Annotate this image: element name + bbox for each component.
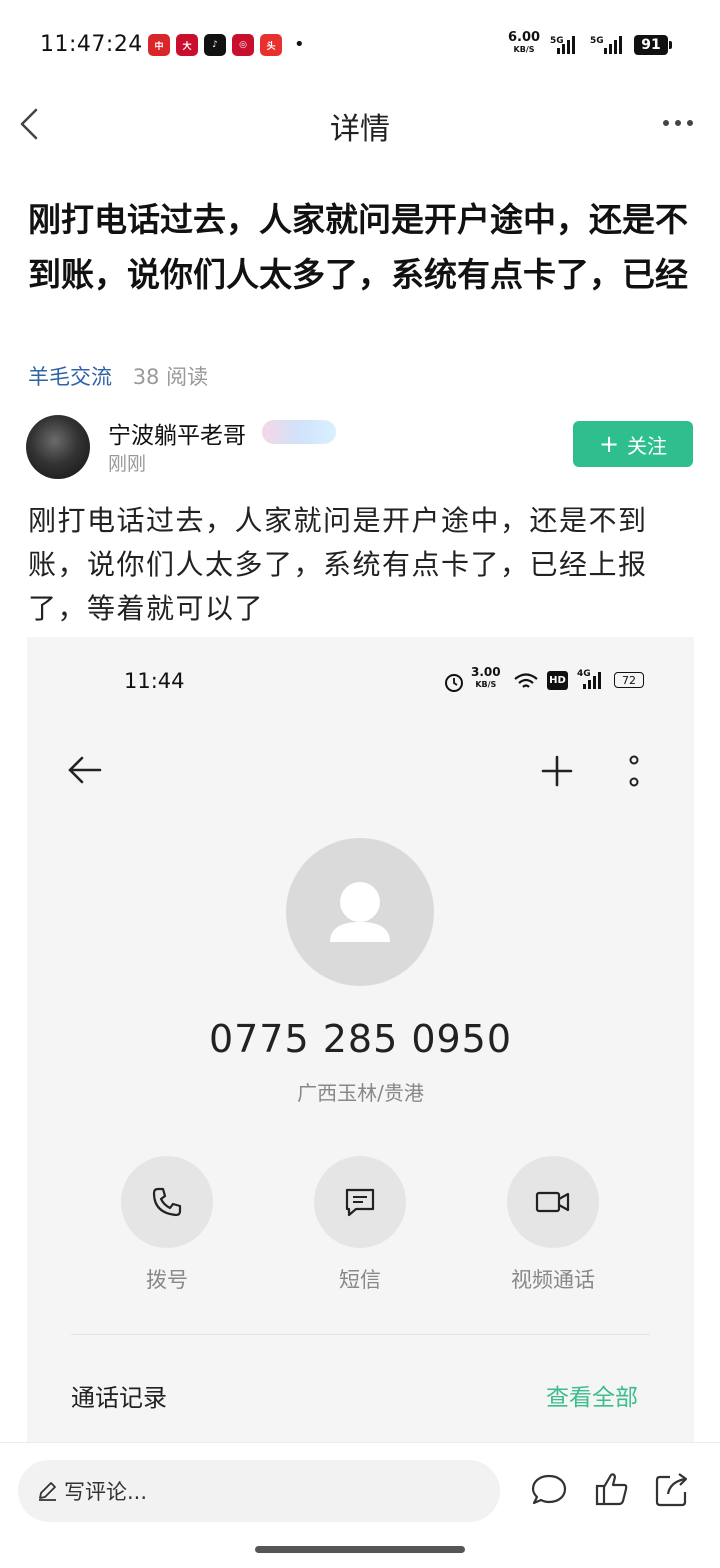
page-title: 详情: [330, 112, 390, 147]
embed-signal-bars-icon: [583, 671, 601, 689]
app-icon-news: 大: [176, 34, 198, 56]
embed-net-speed: 3.00 KB/S: [471, 665, 501, 690]
embedded-screenshot[interactable]: 11:44 3.00 KB/S HD 4G 72 0775 285 0950 广…: [27, 637, 694, 1442]
embed-net-speed-unit: KB/S: [475, 680, 497, 689]
article-title: 刚打电话过去，人家就问是开户途中，还是不到账，说你们人太多了，系统有点卡了，已经: [28, 200, 688, 294]
battery-indicator: 91: [634, 35, 672, 55]
sms-button[interactable]: [314, 1156, 406, 1248]
notification-dot-icon: •: [294, 34, 305, 55]
net-speed-value: 6.00: [508, 30, 541, 45]
phone-location: 广西玉林/贵港: [297, 1081, 424, 1105]
person-silhouette-icon: [330, 882, 390, 942]
alarm-icon: [445, 674, 463, 692]
article-meta: 羊毛交流 38 阅读: [28, 361, 208, 391]
divider: [71, 1334, 650, 1335]
hd-icon: HD: [547, 671, 568, 690]
article-body: 刚打电话过去，人家就问是开户途中，还是不到账，说你们人太多了，系统有点卡了，已经…: [28, 504, 648, 625]
more-icon[interactable]: [660, 116, 696, 130]
signal-bars-icon: [557, 34, 575, 54]
message-icon: [345, 1188, 375, 1217]
wifi-icon: [514, 673, 538, 688]
follow-label: 关注: [627, 433, 668, 458]
dial-button[interactable]: [121, 1156, 213, 1248]
embed-status-time: 11:44: [124, 669, 185, 693]
follow-button[interactable]: + 关注: [573, 421, 693, 467]
channel-link[interactable]: 羊毛交流: [28, 365, 112, 389]
comment-input[interactable]: 写评论...: [18, 1460, 500, 1522]
signal-bars-icon-2: [604, 34, 622, 54]
app-icon-toutiao: 头: [260, 34, 282, 56]
embed-battery-indicator: 72: [614, 672, 644, 688]
author-badge-icon: [262, 420, 336, 444]
post-time: 刚刚: [108, 453, 147, 475]
author-name[interactable]: 宁波躺平老哥: [108, 416, 246, 450]
home-indicator[interactable]: [255, 1546, 465, 1553]
phone-icon: [152, 1187, 182, 1217]
status-time: 11:47:24: [40, 32, 143, 57]
bottom-divider: [0, 1442, 720, 1443]
app-icon-bank: 中: [148, 34, 170, 56]
signal-label-2: 5G: [590, 36, 604, 46]
app-icon-bank-2: ◎: [232, 34, 254, 56]
call-log-heading: 通话记录: [71, 1384, 167, 1412]
phone-number: 0775 285 0950: [208, 1017, 513, 1061]
video-call-button[interactable]: [507, 1156, 599, 1248]
plus-icon: +: [598, 430, 620, 458]
view-all-link[interactable]: 查看全部: [546, 1378, 638, 1412]
dial-label: 拨号: [146, 1268, 188, 1292]
video-call-label: 视频通话: [511, 1268, 595, 1292]
comment-bubble-icon[interactable]: [530, 1472, 568, 1508]
embed-back-arrow-icon[interactable]: [67, 755, 103, 785]
contact-avatar: [286, 838, 434, 986]
share-icon[interactable]: [654, 1470, 690, 1508]
net-speed: 6.00 KB/S: [508, 30, 541, 56]
video-icon: [535, 1191, 570, 1213]
kebab-menu-icon[interactable]: [627, 755, 641, 787]
avatar[interactable]: [26, 415, 90, 479]
add-contact-plus-icon[interactable]: [541, 755, 573, 787]
embed-net-speed-value: 3.00: [471, 665, 501, 679]
net-speed-unit: KB/S: [513, 45, 535, 54]
read-count: 38 阅读: [132, 365, 209, 389]
sms-label: 短信: [339, 1268, 381, 1292]
like-icon[interactable]: [594, 1470, 630, 1508]
pen-icon: [39, 1482, 56, 1501]
tiktok-icon: ♪: [204, 34, 226, 56]
comment-placeholder: 写评论...: [64, 1480, 148, 1504]
